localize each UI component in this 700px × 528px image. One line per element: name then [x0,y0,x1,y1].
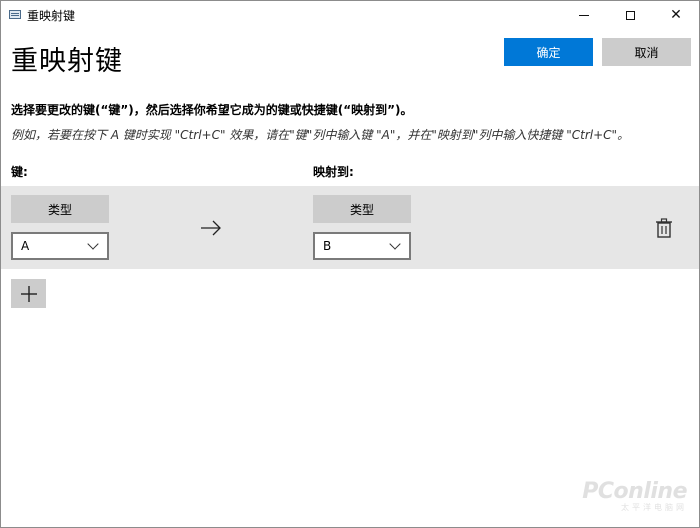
instruction-text: 选择要更改的键(“键”)，然后选择你希望它成为的键或快捷键(“映射到”)。 [11,103,413,117]
plus-icon [20,285,37,302]
ok-button[interactable]: 确定 [504,38,593,66]
watermark: PConline 太平洋电脑网 [582,481,687,513]
key-column-label: 键: [11,165,28,179]
cancel-button[interactable]: 取消 [602,38,691,66]
minimize-button[interactable] [561,1,607,29]
maximize-button[interactable] [607,1,653,29]
map-to-select[interactable]: B [313,232,411,260]
example-text: 例如，若要在按下 A 键时实现 "Ctrl+C" 效果，请在"键"列中输入键 "… [11,128,630,142]
chevron-down-icon [87,238,99,250]
arrow-right-icon [201,220,221,236]
page-title: 重映射键 [11,46,123,77]
window-title: 重映射键 [27,9,76,23]
remap-keys-window: 重映射键 ✕ 重映射键 确定 取消 选择要更改的键(“键”)，然后选择你希望它成… [0,0,700,528]
close-button[interactable]: ✕ [653,1,699,29]
watermark-subtitle: 太平洋电脑网 [621,503,687,512]
maximize-icon [625,10,635,20]
key-type-button[interactable]: 类型 [11,195,109,223]
title-bar: 重映射键 ✕ [1,1,699,29]
key-select-value: A [21,239,30,253]
trash-icon[interactable] [655,218,673,238]
map-type-button[interactable]: 类型 [313,195,411,223]
chevron-down-icon [389,238,401,250]
close-icon: ✕ [670,7,682,23]
keyboard-icon [9,10,21,19]
add-mapping-button[interactable] [11,279,46,308]
mapping-row: 类型 A 类型 B [1,186,699,269]
map-to-select-value: B [323,239,332,253]
key-select[interactable]: A [11,232,109,260]
watermark-logo: PConline [582,479,687,504]
minimize-icon [579,14,589,16]
map-to-column-label: 映射到: [313,165,354,179]
